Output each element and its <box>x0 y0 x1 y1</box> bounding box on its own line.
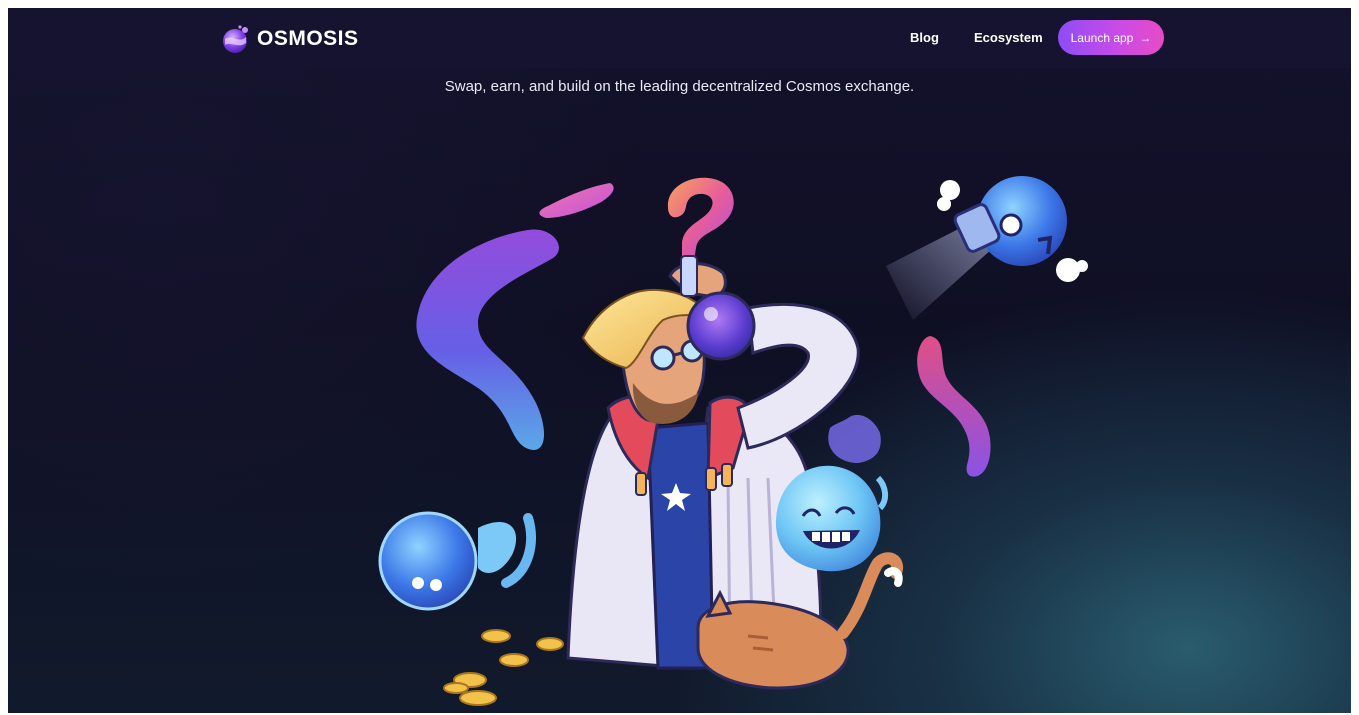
nav-link-blog[interactable]: Blog <box>910 30 939 45</box>
magenta-liquid-swirl <box>917 336 991 477</box>
nav-link-ecosystem[interactable]: Ecosystem <box>974 30 1043 45</box>
osmosis-flask-logo-icon <box>223 25 248 53</box>
launch-app-label: Launch app <box>1070 30 1134 45</box>
hero-tagline: Swap, earn, and build on the leading dec… <box>444 78 915 95</box>
launch-app-button[interactable]: Launch app → <box>1058 20 1164 55</box>
brand-name: OSMOSIS <box>257 27 359 50</box>
purple-liquid-swirl <box>416 229 559 450</box>
hero-illustration <box>378 176 1088 706</box>
question-mark-liquid <box>667 177 734 260</box>
gold-coins <box>443 629 564 706</box>
arrow-right-icon: → <box>1139 30 1152 45</box>
top-nav-bar: OSMOSIS Blog Ecosystem Launch app → <box>8 8 1351 68</box>
brand-logo[interactable]: OSMOSIS <box>221 24 359 54</box>
blue-ball-character-left <box>378 511 536 611</box>
page-frame: OSMOSIS Blog Ecosystem Launch app → Swap… <box>8 8 1351 713</box>
blue-slime-character <box>776 414 888 572</box>
